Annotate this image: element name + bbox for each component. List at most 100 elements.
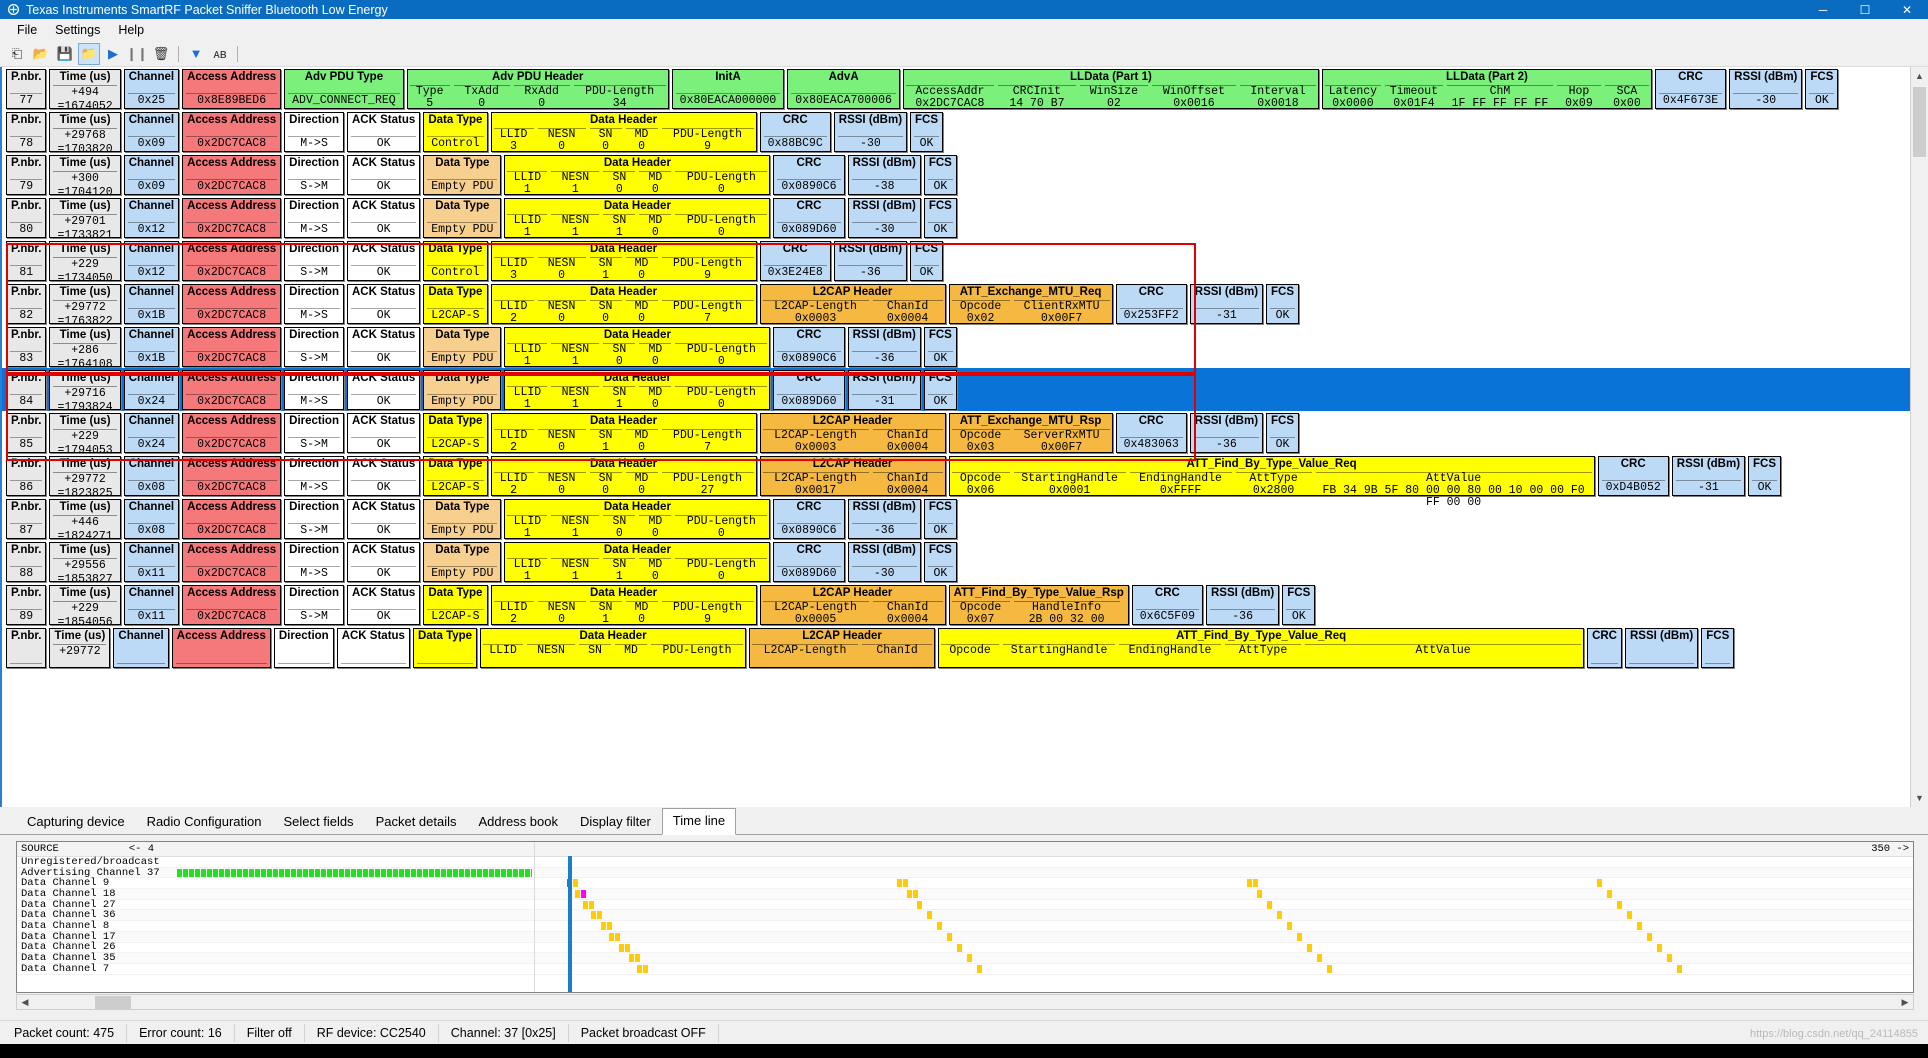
rssi: RSSI (dBm) -36 [1206,585,1280,625]
packet-row[interactable]: P.nbr. 81 Time (us) +229 =1734050 Channel 0x12… [2,239,1928,284]
tab-time-line[interactable]: Time line [661,808,737,835]
adv-pdu-header-col-value: 34 [612,97,627,110]
data-header-col-header: SN [603,514,636,528]
channel: Channel 0x08 [123,499,180,539]
scroll-thumb[interactable] [1913,87,1926,157]
packet-number: P.nbr. 80 [6,198,47,238]
packet-row[interactable]: P.nbr. 84 Time (us) +29716 =1793824 Channel 0x… [2,368,1928,413]
timeline-scroll-thumb[interactable] [95,995,131,1009]
menu-item-help[interactable]: Help [109,21,153,39]
data-header-col: NESN 0 [536,471,588,497]
rssi-value: -36 [851,522,917,539]
packet-row[interactable]: P.nbr. 83 Time (us) +286 =1764108 Channel 0x1B… [2,325,1928,370]
data-header-col-header: MD [625,127,658,141]
timeline-scroll-right-arrow[interactable]: ▶ [1897,997,1913,1008]
timeline-packet-blip [619,943,624,952]
play-icon[interactable]: ▶ [102,43,124,65]
crc: CRC 0x089D60 [773,542,845,582]
packet-row[interactable]: P.nbr. 79 Time (us) +300 =1704120 Channel 0x09… [2,153,1928,198]
tab-packet-details[interactable]: Packet details [364,809,468,834]
timeline-packet-blip [625,943,630,952]
fcs-header: FCS [1810,71,1834,83]
data-header-title: Data Header [603,372,671,384]
channel: Channel 0x11 [123,585,180,625]
timestamp: Time (us) +29701 =1733821 [49,198,121,241]
channel-header: Channel [128,544,175,556]
packet-row[interactable]: P.nbr. 80 Time (us) +29701 =1733821 Channel 0x… [2,196,1928,241]
data-header-col: LLID 2 [492,299,536,325]
tab-display-filter[interactable]: Display filter [569,809,662,834]
data-header-col-value: 1 [523,398,531,411]
tab-address-book[interactable]: Address book [467,809,569,834]
packet-row[interactable]: P.nbr. 82 Time (us) +29772 =1763822 Channel 0x… [2,282,1928,327]
data-type: Data Type L2CAP-S [423,413,488,453]
data-header-col-header: LLID [507,170,548,184]
packet-row[interactable]: P.nbr. 86 Time (us) +29772 =1823825 Channel 0x… [2,454,1928,508]
lldata-part2-col: Hop 0x09 [1555,84,1603,110]
close-button[interactable]: ✕ [1886,0,1928,19]
timeline-cursor[interactable] [568,856,572,992]
direction-value: S->M [288,350,340,367]
access-address: Access Address 0x2DC7CAC8 [182,241,282,281]
timestamp-header: Time (us) [59,157,111,169]
data-header-col-value: 1 [571,398,579,411]
scroll-to-bottom-icon[interactable]: ▼ [185,43,207,65]
packet-row[interactable]: P.nbr. 85 Time (us) +229 =1794053 Channel 0x24… [2,411,1928,456]
timestamp-header: Time (us) [59,544,111,556]
status-rf-device: RF device: CC2540 [305,1023,439,1042]
data-header-title: Data Header [590,286,658,298]
lldata-part2-col: Timeout 0x01F4 [1383,84,1445,110]
lldata-part1-col: Interval 0x0018 [1238,84,1318,110]
packet-row[interactable]: P.nbr. 78 Time (us) +29768 =1703820 Channel 0x… [2,110,1928,155]
scroll-down-arrow[interactable]: ▼ [1911,789,1928,807]
menu-item-file[interactable]: File [8,21,46,39]
new-icon[interactable]: ⎗ [6,43,28,65]
maximize-button[interactable]: ☐ [1844,0,1886,19]
crc-value: 0xD4B052 [1601,479,1665,496]
timeline-row-track [17,878,1913,888]
clear-icon[interactable]: 🗑 [150,43,172,65]
fcs-value: OK [927,522,953,539]
crc-header: CRC [782,114,808,126]
packet-list[interactable]: P.nbr. 77 Time (us) +494 =1674052 Channel 0x25… [0,67,1928,807]
data-type: Data Type L2CAP-S [423,284,488,324]
channel: Channel 0x09 [123,112,180,152]
data-header-col-value: 1 [602,269,610,282]
data-header-col-header: PDU-Length [651,643,744,657]
packet-row[interactable]: P.nbr. 88 Time (us) +29556 =1853827 Channel 0x… [2,540,1928,585]
tab-select-fields[interactable]: Select fields [272,809,365,834]
menu-item-settings[interactable]: Settings [46,21,109,39]
minimize-button[interactable]: ─ [1802,0,1844,19]
watermark-text: https://blog.csdn.net/qq_24114855 [1750,1028,1918,1040]
packet-row[interactable]: P.nbr. 89 Time (us) +229 =1854056 Channel 0x11… [2,583,1928,628]
access-address-header: Access Address [187,458,277,470]
timeline-packet-blip [635,954,640,963]
tab-radio-configuration[interactable]: Radio Configuration [135,809,273,834]
pause-icon[interactable]: ❙❙ [126,43,148,65]
packet-list-scrollbar[interactable]: ▲ ▼ [1910,67,1928,807]
packet-row[interactable]: P.nbr. 77 Time (us) +494 =1674052 Channel 0x25… [2,67,1928,112]
open-capture-icon[interactable]: 📁 [78,42,100,65]
timeline-horizontal-scrollbar[interactable]: ◀ ▶ [16,994,1914,1010]
save-icon[interactable]: 💾 [54,43,76,65]
scroll-up-arrow[interactable]: ▲ [1911,67,1928,85]
ab-toggle-icon[interactable]: ᴀʙ [209,43,231,65]
access-address: Access Address [171,628,271,668]
open-folder-icon[interactable]: 📂 [30,43,52,65]
ack-status-value: OK [350,307,417,324]
timestamp: Time (us) +446 =1824271 [49,499,121,542]
timestamp-header: Time (us) [59,329,111,341]
timeline-scroll-track[interactable] [33,995,1897,1009]
data-header-col: SN 1 [588,428,624,454]
status-error-count: Error count: 16 [127,1023,235,1042]
l2cap-header-col-header: ChanId [872,299,943,313]
packet-row[interactable]: P.nbr. Time (us) +29772 Channel Access Addre… [2,626,1928,669]
att-find-by-type-value-rsp-col-header: Opcode [951,600,1010,614]
timeline-canvas[interactable]: SOURCE <- 4 350 -> Unregistered/broadcas… [16,841,1914,993]
ack-status-header: ACK Status [351,587,416,599]
tab-capturing-device[interactable]: Capturing device [16,809,136,834]
packet-row[interactable]: P.nbr. 87 Time (us) +446 =1824271 Channel 0x08… [2,497,1928,542]
data-header-title: Data Header [603,544,671,556]
timeline-scroll-left-arrow[interactable]: ◀ [17,997,33,1008]
rssi-header: RSSI (dBm) [852,501,916,513]
